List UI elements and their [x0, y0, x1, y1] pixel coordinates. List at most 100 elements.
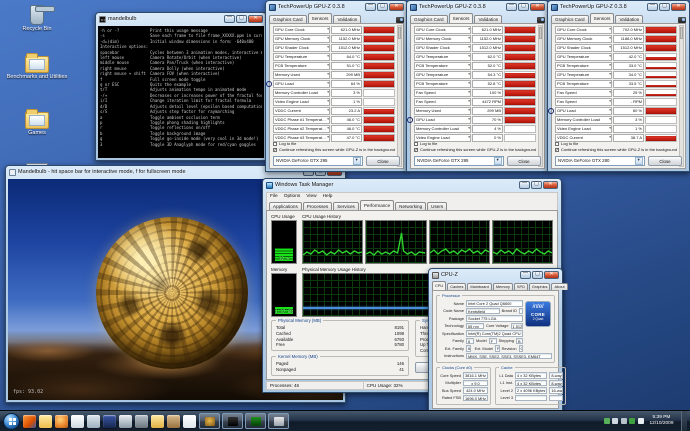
- close-button[interactable]: [248, 15, 263, 23]
- tab-sensors[interactable]: Sensors: [449, 13, 474, 23]
- close-dialog-button[interactable]: Close: [507, 156, 541, 166]
- taskbar-pinned-icon[interactable]: [103, 415, 116, 428]
- gpu-selector[interactable]: NVIDIA GeForce GTX 295: [273, 156, 363, 166]
- refresh-row[interactable]: Continue refreshing this screen while GP…: [414, 147, 541, 153]
- sensor-name-dropdown[interactable]: PCB Temperature: [273, 62, 330, 70]
- task-manager-titlebar[interactable]: Windows Task Manager: [263, 179, 561, 191]
- log-checkbox[interactable]: [555, 142, 559, 146]
- minimize-button[interactable]: [519, 181, 530, 189]
- sensor-name-dropdown[interactable]: VDDC Current: [273, 107, 330, 115]
- sensor-name-dropdown[interactable]: Memory Controller Load: [555, 116, 612, 124]
- maximize-button[interactable]: [518, 3, 529, 11]
- tab-graphics-card[interactable]: Graphics Card: [410, 15, 448, 23]
- cpuz-titlebar[interactable]: CPU-Z: [429, 269, 562, 281]
- sensor-name-dropdown[interactable]: GPU Temperature: [414, 53, 471, 61]
- sensor-name-dropdown[interactable]: PCB Temperature: [555, 62, 612, 70]
- tab-validation[interactable]: Validation: [333, 15, 361, 23]
- taskbar-pinned-icon[interactable]: [55, 415, 68, 428]
- desktop-icon-recycle-bin[interactable]: Recycle Bin: [4, 3, 70, 33]
- refresh-row[interactable]: Continue refreshing this screen while GP…: [273, 147, 400, 153]
- gpuz-window-2[interactable]: TechPowerUp GPU-Z 0.3.8 Graphics Card Se…: [406, 0, 549, 172]
- sensor-name-dropdown[interactable]: GPU Core Clock: [414, 26, 471, 34]
- tab-performance[interactable]: Performance: [360, 200, 394, 210]
- gpu-selector[interactable]: NVIDIA GeForce GTX 280: [555, 156, 645, 166]
- taskbar-pinned-icon[interactable]: [87, 415, 100, 428]
- sensor-name-dropdown[interactable]: Fan Speed: [555, 98, 612, 106]
- sensor-name-dropdown[interactable]: Memory Used: [273, 71, 330, 79]
- sensor-name-dropdown[interactable]: GPU Shader Clock: [273, 44, 330, 52]
- sensor-name-dropdown[interactable]: GPU Load: [555, 107, 612, 115]
- refresh-checkbox[interactable]: [273, 148, 277, 152]
- tab-graphics-card[interactable]: Graphics Card: [551, 15, 589, 23]
- minimize-button[interactable]: [224, 15, 235, 23]
- tab-applications[interactable]: Applications: [269, 202, 302, 210]
- sensor-name-dropdown[interactable]: VDDC Phase #2 Temperat…: [273, 125, 330, 133]
- tray-icon[interactable]: [621, 418, 627, 424]
- sensor-name-dropdown[interactable]: PCB Temperature: [555, 80, 612, 88]
- maximize-button[interactable]: [659, 3, 670, 11]
- gpuz-window-1[interactable]: TechPowerUp GPU-Z 0.3.8 Graphics Card Se…: [265, 0, 408, 172]
- chevron-down-icon[interactable]: [494, 157, 502, 165]
- tab-graphics[interactable]: Graphics: [529, 283, 551, 290]
- tab-validation[interactable]: Validation: [615, 15, 643, 23]
- tab-users[interactable]: Users: [427, 202, 447, 210]
- sensor-name-dropdown[interactable]: GPU Temperature: [555, 53, 612, 61]
- maximize-button[interactable]: [532, 271, 543, 279]
- log-checkbox[interactable]: [273, 142, 277, 146]
- tab-validation[interactable]: Validation: [474, 15, 502, 23]
- tab-memory[interactable]: Memory: [493, 283, 513, 290]
- minimize-button[interactable]: [506, 3, 517, 11]
- log-checkbox[interactable]: [414, 142, 418, 146]
- sensor-name-dropdown[interactable]: VDDC Phase #1 Temperat…: [273, 116, 330, 124]
- tab-caches[interactable]: Caches: [447, 283, 466, 290]
- clock[interactable]: 5:39 PM 12/10/2009: [646, 415, 676, 426]
- maximize-button[interactable]: [377, 3, 388, 11]
- sensor-name-dropdown[interactable]: GPU Memory Clock: [555, 35, 612, 43]
- chevron-down-icon[interactable]: [353, 157, 361, 165]
- sensor-name-dropdown[interactable]: Memory Controller Load: [273, 89, 330, 97]
- sensor-name-dropdown[interactable]: PCB Temperature: [414, 80, 471, 88]
- taskbar-window-button[interactable]: [245, 413, 266, 429]
- taskbar-pinned-icon[interactable]: [135, 415, 148, 428]
- tray-icon[interactable]: [604, 418, 610, 424]
- sensor-name-dropdown[interactable]: Fan Speed: [555, 89, 612, 97]
- close-button[interactable]: [544, 271, 559, 279]
- taskbar-pinned-icon[interactable]: [39, 415, 52, 428]
- sensor-name-dropdown[interactable]: GPU Temperature: [273, 53, 330, 61]
- sensor-name-dropdown[interactable]: GPU Load: [414, 116, 471, 124]
- minimize-button[interactable]: [520, 271, 531, 279]
- gpu-selector[interactable]: NVIDIA GeForce GTX 295: [414, 156, 504, 166]
- gpuz-titlebar[interactable]: TechPowerUp GPU-Z 0.3.8: [548, 1, 689, 13]
- show-desktop-button[interactable]: [681, 411, 687, 431]
- minimize-button[interactable]: [647, 3, 658, 11]
- desktop-icon-games[interactable]: Games: [4, 108, 70, 137]
- taskbar-pinned-icon[interactable]: [71, 415, 84, 428]
- sensor-name-dropdown[interactable]: GPU Temperature: [555, 71, 612, 79]
- taskbar-pinned-icon[interactable]: [183, 415, 196, 428]
- sensor-name-dropdown[interactable]: PCB Temperature: [414, 62, 471, 70]
- sensor-name-dropdown[interactable]: GPU Shader Clock: [555, 44, 612, 52]
- sensor-name-dropdown[interactable]: GPU Core Clock: [273, 26, 330, 34]
- gpuz-window-3[interactable]: TechPowerUp GPU-Z 0.3.8 Graphics Card Se…: [547, 0, 690, 172]
- minimize-button[interactable]: [365, 3, 376, 11]
- tab-sensors[interactable]: Sensors: [590, 13, 615, 23]
- close-button[interactable]: [543, 181, 558, 189]
- taskbar-pinned-icon[interactable]: [151, 415, 164, 428]
- taskbar-pinned-icon[interactable]: [167, 415, 180, 428]
- tray-icon[interactable]: [638, 418, 644, 424]
- start-button[interactable]: [3, 413, 20, 430]
- sensor-name-dropdown[interactable]: GPU Memory Clock: [273, 35, 330, 43]
- refresh-checkbox[interactable]: [414, 148, 418, 152]
- tab-mainboard[interactable]: Mainboard: [467, 283, 491, 290]
- taskbar-pinned-icon[interactable]: [23, 415, 36, 428]
- sensor-name-dropdown[interactable]: Fan Speed: [414, 89, 471, 97]
- desktop-icon-benchmarks[interactable]: Benchmarks and Utilities: [4, 52, 70, 81]
- console-window[interactable]: mandelbulb -h or -? Print this usage mes…: [95, 12, 267, 161]
- taskbar-window-button[interactable]: [199, 413, 220, 429]
- taskbar-window-button[interactable]: [268, 413, 289, 429]
- close-button[interactable]: [671, 3, 686, 11]
- sensor-name-dropdown[interactable]: Memory Controller Load: [414, 125, 471, 133]
- tray-icon[interactable]: [629, 418, 635, 424]
- taskbar-window-button[interactable]: [222, 413, 243, 429]
- tab-services[interactable]: Services: [333, 202, 359, 210]
